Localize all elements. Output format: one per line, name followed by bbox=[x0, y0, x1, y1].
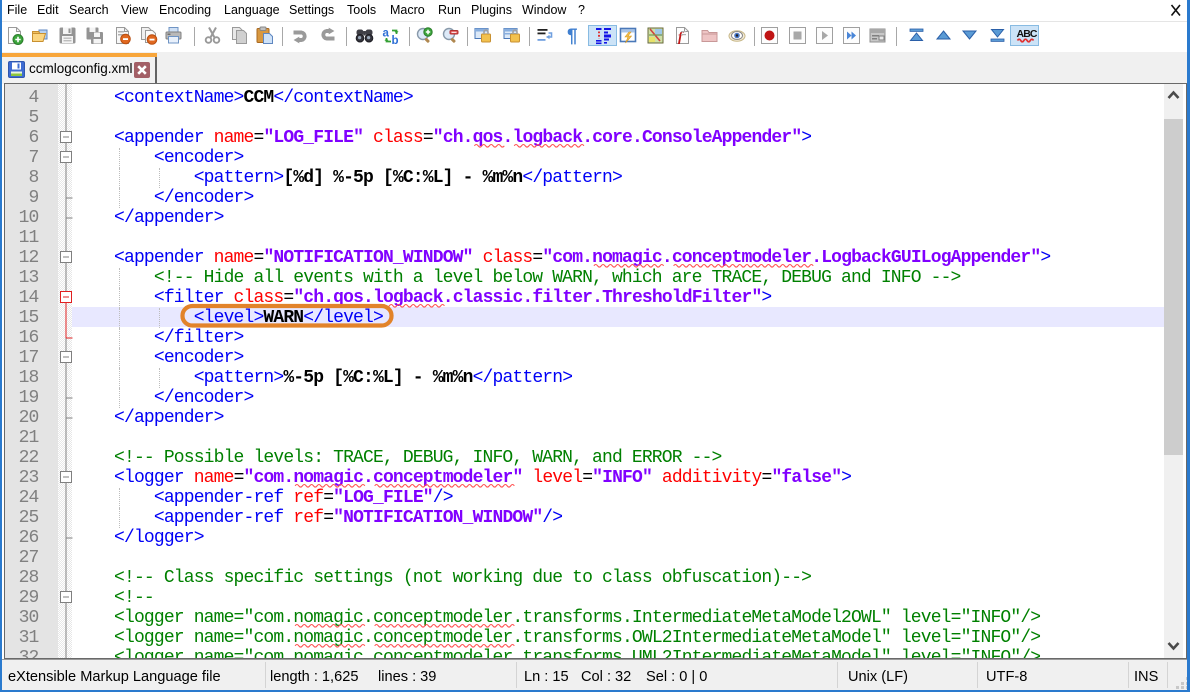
svg-text:a: a bbox=[383, 28, 390, 40]
svg-text:b: b bbox=[392, 35, 399, 45]
svg-text:¶: ¶ bbox=[567, 26, 578, 45]
svg-text:ABC: ABC bbox=[1017, 28, 1038, 40]
